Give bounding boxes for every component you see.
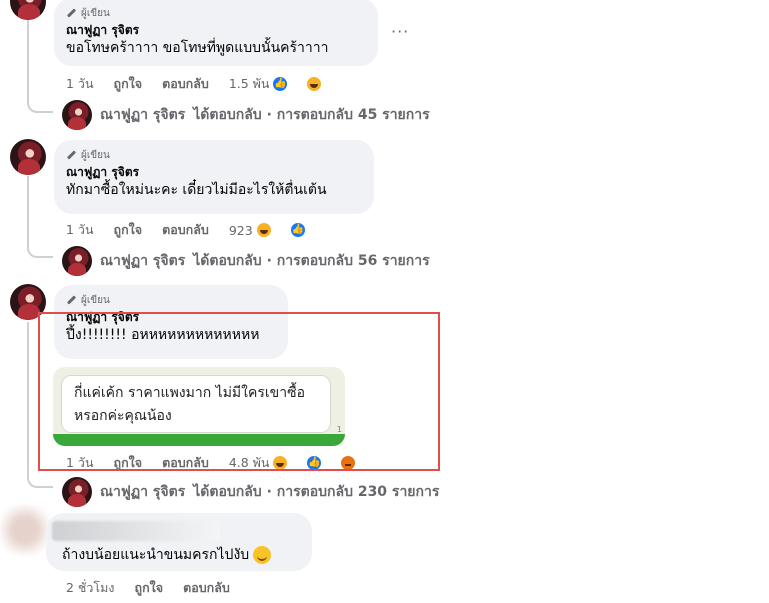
pencil-icon — [66, 150, 77, 161]
comment-actions: 1 วัน ถูกใจ ตอบกลับ 1.5 พัน 👍 — [66, 74, 363, 94]
comment-time[interactable]: 1 วัน — [66, 220, 94, 240]
avatar — [62, 477, 92, 507]
comment-author[interactable]: ณาฟูฏา รุจิตร — [66, 164, 362, 181]
reply-author: ณาฟูฏา รุจิตร — [100, 107, 186, 123]
avatar[interactable] — [0, 505, 50, 555]
author-badge: ผู้เขียน — [66, 148, 362, 162]
avatar[interactable] — [10, 139, 46, 175]
reply-author: ณาฟูฏา รุจิตร — [100, 484, 186, 500]
reaction-count[interactable]: 923 — [229, 223, 253, 238]
thread-connector — [27, 99, 53, 113]
reply-button[interactable]: ตอบกลับ — [162, 74, 209, 94]
reply-button[interactable]: ตอบกลับ — [162, 220, 209, 240]
avatar[interactable] — [10, 0, 46, 20]
reply-summary: ได้ตอบกลับ · การตอบกลับ 230 รายการ — [193, 484, 440, 500]
comment-actions: 2 ชั่วโมง ถูกใจ ตอบกลับ — [66, 578, 250, 598]
comment-text: ทักมาซื้อใหม่นะคะ เดี๋ยวไม่มีอะไรให้ตื่น… — [66, 182, 327, 198]
like-button[interactable]: ถูกใจ — [114, 74, 143, 94]
view-replies-link[interactable]: ณาฟูฏา รุจิตร ได้ตอบกลับ · การตอบกลับ 23… — [62, 477, 439, 507]
reaction-icons[interactable]: 👍 — [271, 75, 343, 93]
author-badge-label: ผู้เขียน — [81, 149, 110, 161]
reply-author: ณาฟูฏา รุจิตร — [100, 253, 186, 269]
comment-text: ขอโทษคร้าาาา ขอโทษที่พูดแบบนั้นคร้าาาา — [66, 40, 329, 56]
haha-icon — [305, 75, 324, 93]
more-options-icon[interactable]: ··· — [391, 22, 409, 41]
thread-connector — [27, 244, 53, 258]
avatar — [62, 100, 92, 130]
smile-emoji-icon — [253, 546, 272, 564]
avatar — [62, 246, 92, 276]
author-badge-label: ผู้เขียน — [81, 7, 110, 19]
like-icon: 👍 — [288, 221, 307, 239]
author-badge: ผู้เขียน — [66, 293, 276, 307]
comment-bubble: ผู้เขียน ณาฟูฏา รุจิตร ทักมาซื้อใหม่นะคะ… — [54, 140, 374, 214]
comment-text: ถ้างบน้อยแนะนำขนมครกไปงับ — [62, 546, 272, 564]
comment-author-blurred[interactable] — [52, 521, 220, 541]
haha-icon — [254, 221, 273, 239]
reaction-count[interactable]: 1.5 พัน — [229, 74, 270, 94]
comment-time[interactable]: 1 วัน — [66, 74, 94, 94]
comment-bubble: ผู้เขียน ณาฟูฏา รุจิตร ขอโทษคร้าาาา ขอโท… — [54, 0, 378, 66]
comment-time[interactable]: 2 ชั่วโมง — [66, 578, 115, 598]
pencil-icon — [66, 8, 77, 19]
highlight-box — [38, 312, 440, 471]
reply-summary: ได้ตอบกลับ · การตอบกลับ 45 รายการ — [193, 107, 430, 123]
reply-button[interactable]: ตอบกลับ — [183, 578, 230, 598]
view-replies-link[interactable]: ณาฟูฏา รุจิตร ได้ตอบกลับ · การตอบกลับ 56… — [62, 246, 430, 276]
like-icon: 👍 — [271, 75, 290, 93]
reply-summary: ได้ตอบกลับ · การตอบกลับ 56 รายการ — [193, 253, 430, 269]
pencil-icon — [66, 295, 77, 306]
thread-line — [27, 176, 29, 244]
view-replies-link[interactable]: ณาฟูฏา รุจิตร ได้ตอบกลับ · การตอบกลับ 45… — [62, 100, 430, 130]
reaction-icons[interactable]: 👍 — [254, 221, 327, 239]
like-button[interactable]: ถูกใจ — [135, 578, 164, 598]
thread-line — [27, 20, 29, 100]
comment-actions: 1 วัน ถูกใจ ตอบกลับ 923 👍 — [66, 220, 347, 240]
comment-author[interactable]: ณาฟูฏา รุจิตร — [66, 22, 366, 39]
author-badge-label: ผู้เขียน — [81, 294, 110, 306]
thread-line — [27, 322, 29, 474]
author-badge: ผู้เขียน — [66, 6, 366, 20]
thread-connector — [27, 474, 53, 488]
like-button[interactable]: ถูกใจ — [114, 220, 143, 240]
